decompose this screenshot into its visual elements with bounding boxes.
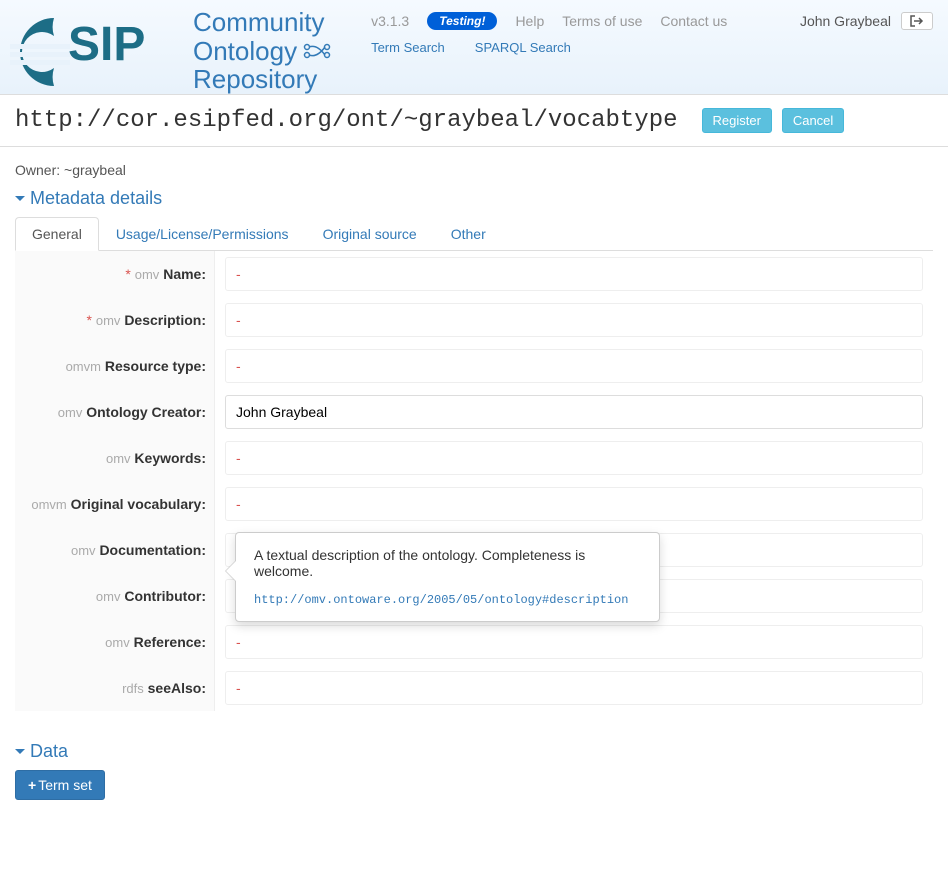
- field-prefix: rdfs: [122, 681, 144, 696]
- contact-link[interactable]: Contact us: [660, 13, 727, 29]
- help-link[interactable]: Help: [515, 13, 544, 29]
- field-label-cell: omvm Resource type:: [15, 343, 215, 389]
- testing-badge: Testing!: [427, 12, 497, 30]
- metadata-form-table: * omv Name:-* omv Description:-omvm Reso…: [15, 251, 933, 711]
- field-input-empty[interactable]: -: [225, 349, 923, 383]
- user-area: John Graybeal: [800, 8, 948, 30]
- logo-area[interactable]: SIP Community Ontology Repository: [0, 8, 341, 94]
- field-input-cell: -: [215, 343, 933, 389]
- caret-down-icon: [15, 196, 25, 201]
- tooltip-link[interactable]: http://omv.ontoware.org/2005/05/ontology…: [254, 593, 641, 607]
- field-row: omv Ontology Creator:: [15, 389, 933, 435]
- data-section-header[interactable]: Data: [15, 741, 933, 762]
- sparql-search-link[interactable]: SPARQL Search: [475, 40, 571, 55]
- field-input-empty[interactable]: -: [225, 441, 923, 475]
- header-bar: SIP Community Ontology Repository v3.1.3…: [0, 0, 948, 94]
- field-prefix: omv: [96, 589, 121, 604]
- field-input[interactable]: [225, 395, 923, 429]
- field-label: seeAlso:: [148, 680, 206, 696]
- version-label: v3.1.3: [371, 13, 409, 29]
- description-tooltip: A textual description of the ontology. C…: [235, 532, 660, 622]
- field-input-cell: -: [215, 435, 933, 481]
- field-row: rdfs seeAlso:-: [15, 665, 933, 711]
- field-prefix: omv: [71, 543, 96, 558]
- cancel-button[interactable]: Cancel: [782, 108, 844, 133]
- field-prefix: omv: [96, 313, 121, 328]
- ontology-url: http://cor.esipfed.org/ont/~graybeal/voc…: [15, 107, 678, 134]
- field-label-cell: rdfs seeAlso:: [15, 665, 215, 711]
- field-label-cell: omv Documentation:: [15, 527, 215, 573]
- field-row: omv Reference:-: [15, 619, 933, 665]
- field-label: Name:: [163, 266, 206, 282]
- tab-original-source[interactable]: Original source: [306, 217, 434, 251]
- field-input-empty[interactable]: -: [225, 487, 923, 521]
- field-input-cell: -: [215, 251, 933, 297]
- logo-line-2: Ontology: [193, 37, 297, 66]
- field-prefix: omvm: [31, 497, 66, 512]
- field-input-cell: -: [215, 297, 933, 343]
- field-label: Reference:: [134, 634, 206, 650]
- add-term-set-button[interactable]: +Term set: [15, 770, 105, 800]
- field-prefix: omv: [58, 405, 83, 420]
- field-input-cell: [215, 389, 933, 435]
- field-row: * omv Name:-: [15, 251, 933, 297]
- field-row: * omv Description:-: [15, 297, 933, 343]
- term-search-link[interactable]: Term Search: [371, 40, 445, 55]
- field-label-cell: omv Keywords:: [15, 435, 215, 481]
- field-input-empty[interactable]: -: [225, 303, 923, 337]
- field-row: omvm Original vocabulary:-: [15, 481, 933, 527]
- logout-button[interactable]: [901, 12, 933, 30]
- field-label-cell: omv Ontology Creator:: [15, 389, 215, 435]
- tab-other[interactable]: Other: [434, 217, 503, 251]
- logo-line-1: Community: [193, 8, 331, 37]
- logout-icon: [910, 15, 924, 27]
- field-input-cell: -: [215, 665, 933, 711]
- metadata-section-header[interactable]: Metadata details: [15, 188, 933, 209]
- tab-usage[interactable]: Usage/License/Permissions: [99, 217, 306, 251]
- field-label: Documentation:: [99, 542, 206, 558]
- register-button[interactable]: Register: [702, 108, 772, 133]
- ontology-link-icon: [303, 42, 331, 60]
- logo-line-3: Repository: [193, 65, 331, 94]
- metadata-tabs: General Usage/License/Permissions Origin…: [15, 217, 933, 251]
- caret-down-icon: [15, 749, 25, 754]
- terms-link[interactable]: Terms of use: [562, 13, 642, 29]
- user-name[interactable]: John Graybeal: [800, 13, 891, 29]
- field-prefix: omvm: [66, 359, 101, 374]
- field-prefix: omv: [106, 451, 131, 466]
- field-prefix: omv: [135, 267, 160, 282]
- field-label-cell: omvm Original vocabulary:: [15, 481, 215, 527]
- logo-title: Community Ontology Repository: [193, 8, 331, 94]
- field-prefix: omv: [105, 635, 130, 650]
- field-input-empty[interactable]: -: [225, 625, 923, 659]
- field-label-cell: omv Contributor:: [15, 573, 215, 619]
- required-marker: *: [125, 266, 134, 282]
- tab-general[interactable]: General: [15, 217, 99, 251]
- field-input-cell: -: [215, 619, 933, 665]
- field-label: Ontology Creator:: [86, 404, 206, 420]
- field-input-cell: -: [215, 481, 933, 527]
- field-label: Resource type:: [105, 358, 206, 374]
- tooltip-text: A textual description of the ontology. C…: [254, 547, 641, 579]
- owner-label: Owner: ~graybeal: [15, 162, 933, 178]
- plus-icon: +: [28, 777, 36, 793]
- field-input-empty[interactable]: -: [225, 671, 923, 705]
- field-label-cell: omv Reference:: [15, 619, 215, 665]
- required-marker: *: [87, 312, 96, 328]
- field-label-cell: * omv Description:: [15, 297, 215, 343]
- top-nav: v3.1.3 Testing! Help Terms of use Contac…: [341, 8, 800, 55]
- url-bar: http://cor.esipfed.org/ont/~graybeal/voc…: [0, 94, 948, 147]
- field-label-cell: * omv Name:: [15, 251, 215, 297]
- esip-logo: SIP: [10, 8, 185, 93]
- field-row: omv Keywords:-: [15, 435, 933, 481]
- svg-text:SIP: SIP: [68, 18, 145, 71]
- field-label: Original vocabulary:: [71, 496, 206, 512]
- field-label: Keywords:: [134, 450, 206, 466]
- field-label: Contributor:: [124, 588, 206, 604]
- field-row: omvm Resource type:-: [15, 343, 933, 389]
- field-label: Description:: [124, 312, 206, 328]
- field-input-empty[interactable]: -: [225, 257, 923, 291]
